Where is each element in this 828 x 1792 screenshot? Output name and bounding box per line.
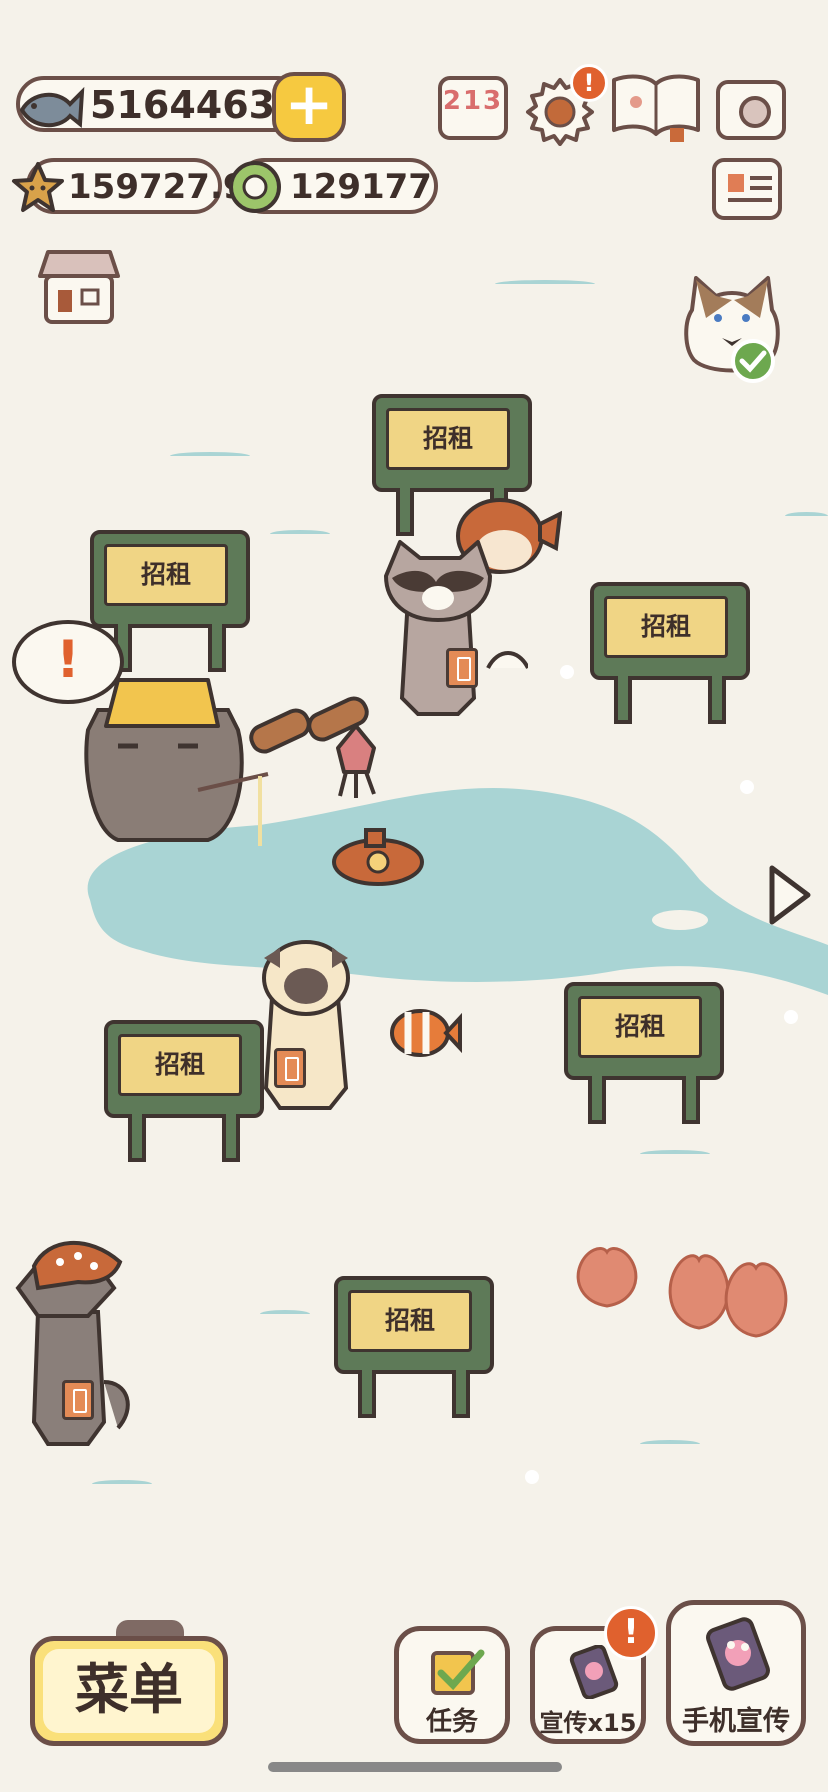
for-rent-sign[interactable]: 招租 [334, 1276, 494, 1426]
paw-book-icon[interactable] [610, 72, 702, 142]
water-ripple [270, 530, 330, 538]
shop-icon[interactable] [36, 246, 122, 326]
fishing-line [258, 776, 262, 846]
sign-label: 招租 [348, 1290, 472, 1352]
sign-label: 招租 [118, 1034, 242, 1096]
clownfish-character[interactable] [386, 1004, 462, 1062]
promotion-alert-badge: ! [604, 1606, 658, 1660]
fish-icon [19, 86, 85, 128]
add-fish-button[interactable]: + [272, 72, 346, 142]
star-icon [12, 162, 64, 212]
star-currency-value: 159727.9 [68, 167, 247, 207]
sign-label: 招租 [604, 596, 728, 658]
phone-screen-icon [706, 1617, 770, 1691]
for-rent-sign[interactable]: 招租 [564, 982, 724, 1132]
for-rent-sign[interactable]: 招租 [104, 1020, 264, 1170]
settings-alert-badge: ! [570, 64, 608, 102]
sign-label: 招租 [386, 408, 510, 470]
sign-label: 招租 [578, 996, 702, 1058]
camera-button[interactable] [716, 80, 786, 140]
snowflake [784, 1010, 798, 1024]
water-ripple [260, 1310, 310, 1318]
submarine-icon[interactable] [326, 822, 436, 888]
scroll-right-arrow[interactable] [764, 862, 816, 928]
shell-decor [576, 1247, 638, 1308]
snowflake [560, 665, 574, 679]
water-ripple [640, 1440, 700, 1448]
menu-button-label: 菜单 [75, 1658, 183, 1721]
phone-tag-icon [274, 1048, 306, 1088]
tasks-button[interactable]: 任务 [394, 1626, 510, 1744]
coin-icon [229, 161, 281, 213]
shell-decor [724, 1262, 788, 1338]
phone-promotion-button[interactable]: 手机宣传 [666, 1600, 806, 1746]
phone-tag-icon [62, 1380, 94, 1420]
sign-label: 招租 [104, 544, 228, 606]
newspaper-button[interactable] [712, 158, 782, 220]
ranking-button[interactable]: 213 [438, 76, 508, 140]
tasks-button-label: 任务 [425, 1707, 478, 1737]
water-ripple [640, 1150, 710, 1158]
water-ripple [92, 1480, 152, 1488]
pug-character[interactable] [250, 938, 362, 1114]
checkmark-icon [731, 339, 775, 383]
camera-lens-icon [739, 96, 771, 128]
phone-promo-icon [569, 1645, 619, 1699]
task-checklist-icon [431, 1649, 485, 1695]
home-indicator[interactable] [268, 1762, 562, 1772]
water-ripple [495, 280, 595, 288]
phone-tag-icon [446, 648, 478, 688]
raccoon-character[interactable] [378, 528, 528, 718]
coin-currency-value: 129177 [290, 167, 432, 207]
for-rent-sign[interactable]: 招租 [590, 582, 750, 732]
snowflake [525, 1470, 539, 1484]
newspaper-icon [728, 174, 744, 192]
water-ripple [785, 512, 828, 520]
promotion-button-label: 宣传x15 [539, 1709, 637, 1737]
squid-character[interactable] [326, 722, 386, 802]
menu-button[interactable]: 菜单 [30, 1636, 228, 1746]
water-ripple [170, 452, 250, 460]
phone-promotion-button-label: 手机宣传 [682, 1706, 790, 1737]
ranking-podium-digits: 213 [442, 86, 504, 116]
